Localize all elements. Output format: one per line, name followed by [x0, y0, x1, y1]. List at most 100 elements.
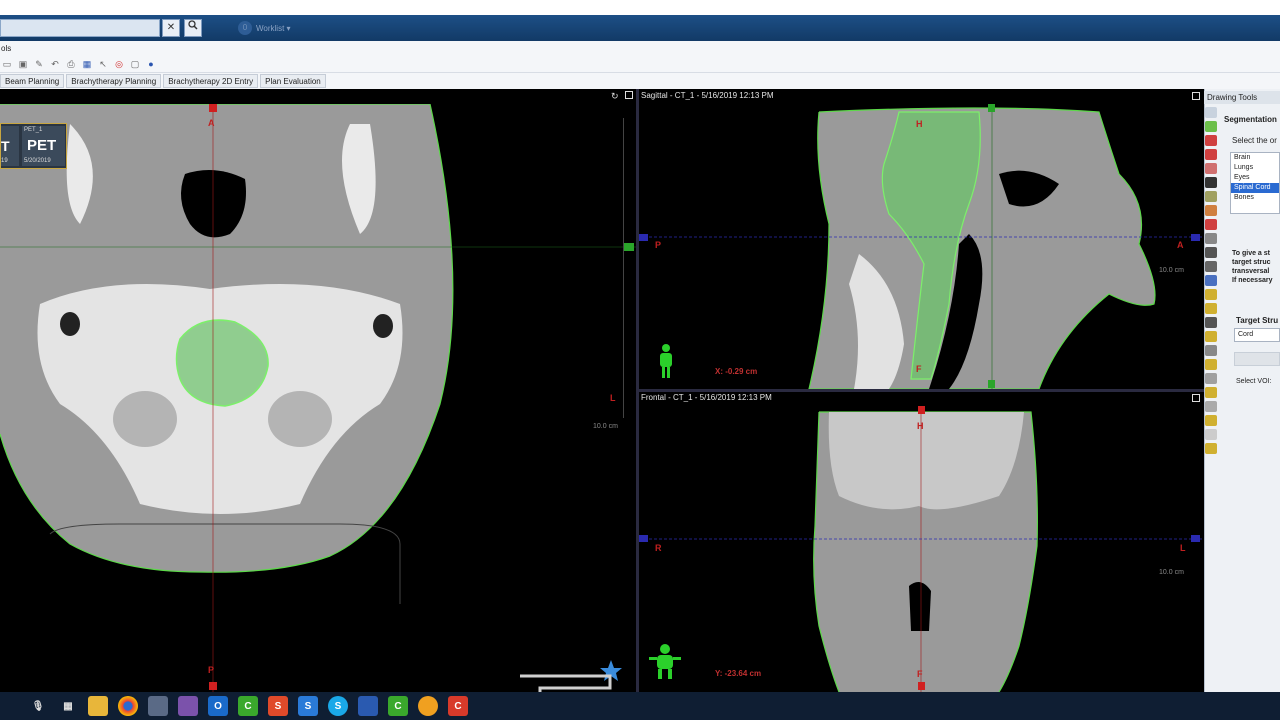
crosshair-handle-top[interactable]: [209, 104, 217, 112]
top-strip: [0, 0, 1280, 15]
print-icon[interactable]: ⎙: [66, 59, 76, 69]
point-tool-icon[interactable]: [1205, 219, 1217, 230]
brush-red-icon[interactable]: [1205, 135, 1217, 146]
info-icon[interactable]: ●: [146, 59, 156, 69]
pen-red-icon[interactable]: [1205, 149, 1217, 160]
pencil-icon[interactable]: ✎: [34, 59, 44, 69]
wifi-tool-icon[interactable]: [1205, 443, 1217, 454]
sagittal-view[interactable]: [639, 104, 1202, 389]
target-structure-input[interactable]: Cord: [1234, 328, 1280, 342]
edge-s-icon[interactable]: S: [298, 696, 318, 716]
brush-green-icon[interactable]: [1205, 121, 1217, 132]
visual-studio-icon[interactable]: [178, 696, 198, 716]
ct-thumbnail-text: T: [1, 138, 10, 154]
app2-icon[interactable]: [358, 696, 378, 716]
slides-icon[interactable]: S: [268, 696, 288, 716]
cursor-icon[interactable]: ↖: [98, 59, 108, 69]
tab-plan-evaluation[interactable]: Plan Evaluation: [260, 74, 326, 88]
axial-view[interactable]: [0, 104, 636, 692]
select-tool-icon[interactable]: [1205, 107, 1217, 118]
undo-icon[interactable]: ↶: [50, 59, 60, 69]
sagittal-scale-label: 10.0 cm: [1159, 267, 1184, 274]
frontal-handle-left[interactable]: [639, 535, 648, 542]
grid-tool-icon[interactable]: [1205, 191, 1217, 202]
interpolate-tool-icon[interactable]: [1205, 317, 1217, 328]
search-input[interactable]: [0, 19, 160, 37]
instruction-line-3: transversal: [1232, 268, 1270, 275]
sagittal-marker-foot: F: [916, 364, 922, 374]
sagittal-title: Sagittal - CT_1 - 5/16/2019 12:13 PM: [641, 91, 774, 100]
fill-tool-icon[interactable]: [1205, 205, 1217, 216]
smooth-tool-icon[interactable]: [1205, 345, 1217, 356]
instructions-text: To give a st target struc transversal If…: [1232, 249, 1272, 285]
ct-thumbnail[interactable]: T 19: [1, 126, 19, 166]
camtasia-red-icon[interactable]: C: [448, 696, 468, 716]
circle-tool-icon[interactable]: [1205, 331, 1217, 342]
menu-tools[interactable]: ols: [1, 44, 11, 53]
chrome-icon[interactable]: [118, 696, 138, 716]
frontal-handle-right[interactable]: [1191, 535, 1200, 542]
taskview-icon[interactable]: ▦: [58, 696, 78, 716]
ruler-tool-icon[interactable]: [1205, 233, 1217, 244]
reset-view-icon[interactable]: ↻: [611, 91, 619, 102]
maximize-sagittal-icon[interactable]: [1192, 92, 1200, 100]
screen-icon[interactable]: ▢: [130, 59, 140, 69]
target-icon[interactable]: ◎: [114, 59, 124, 69]
window-icon[interactable]: ▭: [2, 59, 12, 69]
frontal-marker-head: H: [917, 421, 924, 431]
sagittal-handle-top[interactable]: [988, 104, 995, 112]
frontal-handle-top[interactable]: [918, 406, 925, 414]
organ-lungs[interactable]: Lungs: [1231, 163, 1279, 173]
camtasia-green-icon[interactable]: C: [238, 696, 258, 716]
contour-tool-icon[interactable]: [1205, 275, 1217, 286]
frontal-view[interactable]: [639, 406, 1202, 692]
wand-tool-icon[interactable]: [1205, 303, 1217, 314]
camtasia-icon[interactable]: C: [388, 696, 408, 716]
stack-tool-icon[interactable]: [1205, 247, 1217, 258]
auto-tool-icon[interactable]: [1205, 415, 1217, 426]
organ-brain[interactable]: Brain: [1231, 153, 1279, 163]
save-icon[interactable]: ▣: [18, 59, 28, 69]
axial-marker-posterior: P: [208, 665, 215, 675]
sagittal-handle-bottom[interactable]: [988, 380, 995, 388]
seed-tool-icon[interactable]: [1205, 387, 1217, 398]
frontal-handle-bottom[interactable]: [918, 682, 925, 690]
organ-eyes[interactable]: Eyes: [1231, 173, 1279, 183]
tab-brachytherapy-planning[interactable]: Brachytherapy Planning: [66, 74, 162, 88]
text-tool-icon[interactable]: [1205, 177, 1217, 188]
select-voi-label: Select VOI:: [1236, 378, 1272, 385]
eraser-icon[interactable]: [1205, 163, 1217, 174]
organ-bones[interactable]: Bones: [1231, 193, 1279, 203]
worklist-menu[interactable]: 0 Worklist ▾: [238, 21, 291, 35]
sagittal-handle-left[interactable]: [639, 234, 648, 241]
mic-icon[interactable]: 🎙: [28, 696, 48, 716]
target-structure-button[interactable]: [1234, 352, 1280, 366]
modality-thumbnails[interactable]: T 19 PET_1 PET 5/20/2019: [0, 123, 67, 169]
crosshair-handle-bottom[interactable]: [209, 682, 217, 690]
pet-thumbnail[interactable]: PET_1 PET 5/20/2019: [22, 126, 65, 166]
right-mastoid: [373, 314, 393, 338]
paint-icon[interactable]: [418, 696, 438, 716]
organ-spinal-cord[interactable]: Spinal Cord: [1231, 183, 1279, 193]
boolean-tool-icon[interactable]: [1205, 373, 1217, 384]
file-explorer-icon[interactable]: [88, 696, 108, 716]
worklist-label: Worklist ▾: [256, 23, 291, 33]
tab-beam-planning[interactable]: Beam Planning: [0, 74, 65, 88]
maximize-frontal-icon[interactable]: [1192, 394, 1200, 402]
clear-search-button[interactable]: ✕: [162, 19, 180, 37]
outlook-icon[interactable]: O: [208, 696, 228, 716]
grid-icon[interactable]: ▦: [82, 59, 92, 69]
crosshair-handle-right[interactable]: [624, 243, 634, 251]
scissor-tool-icon[interactable]: [1205, 401, 1217, 412]
tab-brachytherapy-2d-entry[interactable]: Brachytherapy 2D Entry: [163, 74, 259, 88]
app-icon[interactable]: [148, 696, 168, 716]
sagittal-handle-right[interactable]: [1191, 234, 1200, 241]
skype-icon[interactable]: S: [328, 696, 348, 716]
organ-list[interactable]: Brain Lungs Eyes Spinal Cord Bones: [1230, 152, 1280, 214]
lasso-tool-icon[interactable]: [1205, 289, 1217, 300]
misc-tool-icon[interactable]: [1205, 429, 1217, 440]
maximize-axial-icon[interactable]: [625, 91, 633, 99]
copy-tool-icon[interactable]: [1205, 261, 1217, 272]
margin-tool-icon[interactable]: [1205, 359, 1217, 370]
search-button[interactable]: [184, 19, 202, 37]
